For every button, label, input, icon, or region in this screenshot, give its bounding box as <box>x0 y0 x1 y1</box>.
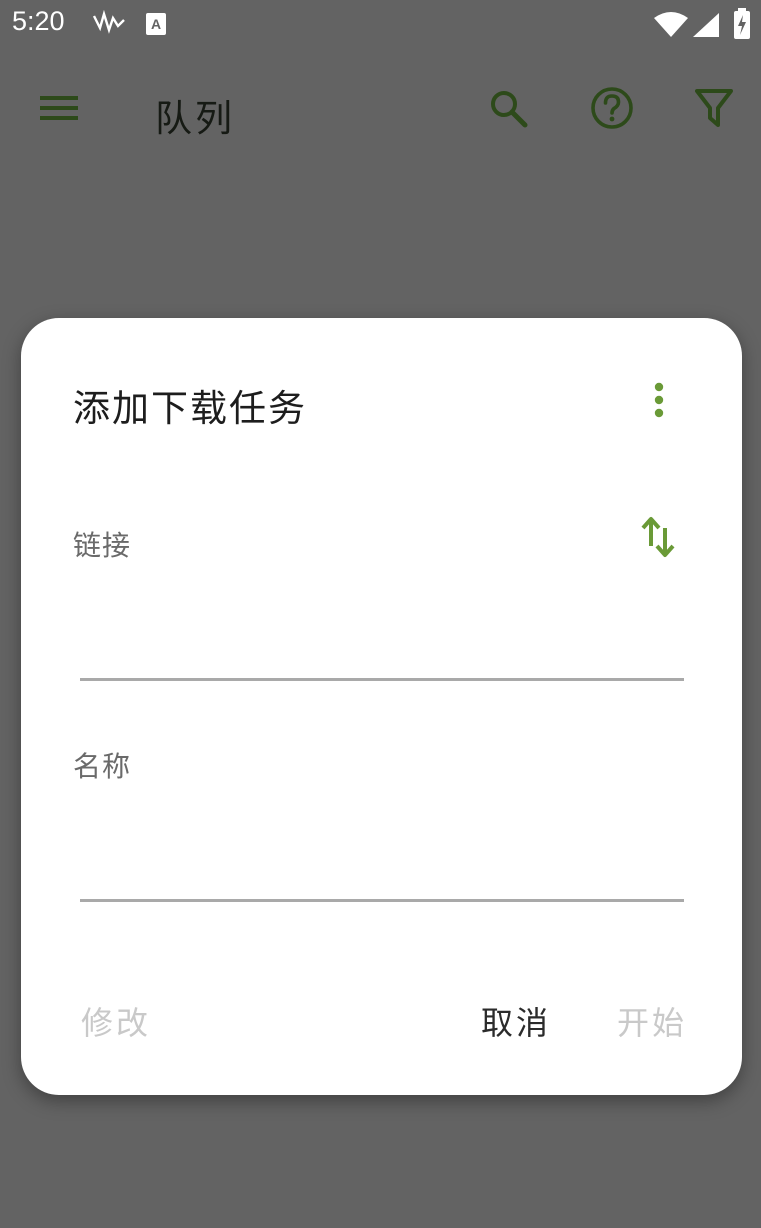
help-circle-icon <box>590 86 634 134</box>
search-button[interactable] <box>480 82 536 138</box>
name-input[interactable] <box>80 849 684 902</box>
more-options-button[interactable] <box>637 380 681 424</box>
add-download-dialog: 添加下载任务 链接 名称 修改 取消 开始 <box>21 318 742 1095</box>
swap-button[interactable] <box>635 514 681 564</box>
start-button[interactable]: 开始 <box>617 998 687 1044</box>
search-icon <box>488 88 528 132</box>
page-title: 队列 <box>155 97 235 140</box>
status-bar: 5:20 A <box>0 0 761 50</box>
more-vert-icon <box>653 381 665 423</box>
menu-button[interactable] <box>31 82 87 138</box>
cancel-button[interactable]: 取消 <box>481 998 551 1044</box>
link-input[interactable] <box>80 628 684 681</box>
dialog-title: 添加下载任务 <box>73 387 307 430</box>
wifi-icon <box>653 12 689 42</box>
help-button[interactable] <box>584 82 640 138</box>
svg-text:A: A <box>151 16 161 32</box>
modify-button[interactable]: 修改 <box>81 998 151 1044</box>
filter-icon <box>695 88 733 132</box>
filter-button[interactable] <box>686 82 742 138</box>
swap-vertical-icon <box>640 516 676 562</box>
signal-trace-icon <box>92 9 126 40</box>
name-label: 名称 <box>73 750 132 783</box>
keyboard-a-icon: A <box>145 12 167 40</box>
battery-charging-icon <box>733 8 751 44</box>
cell-signal-icon <box>692 12 720 42</box>
menu-icon <box>39 92 79 128</box>
app-toolbar: 队列 <box>0 62 761 158</box>
status-time: 5:20 <box>12 6 65 36</box>
link-label: 链接 <box>73 529 132 562</box>
